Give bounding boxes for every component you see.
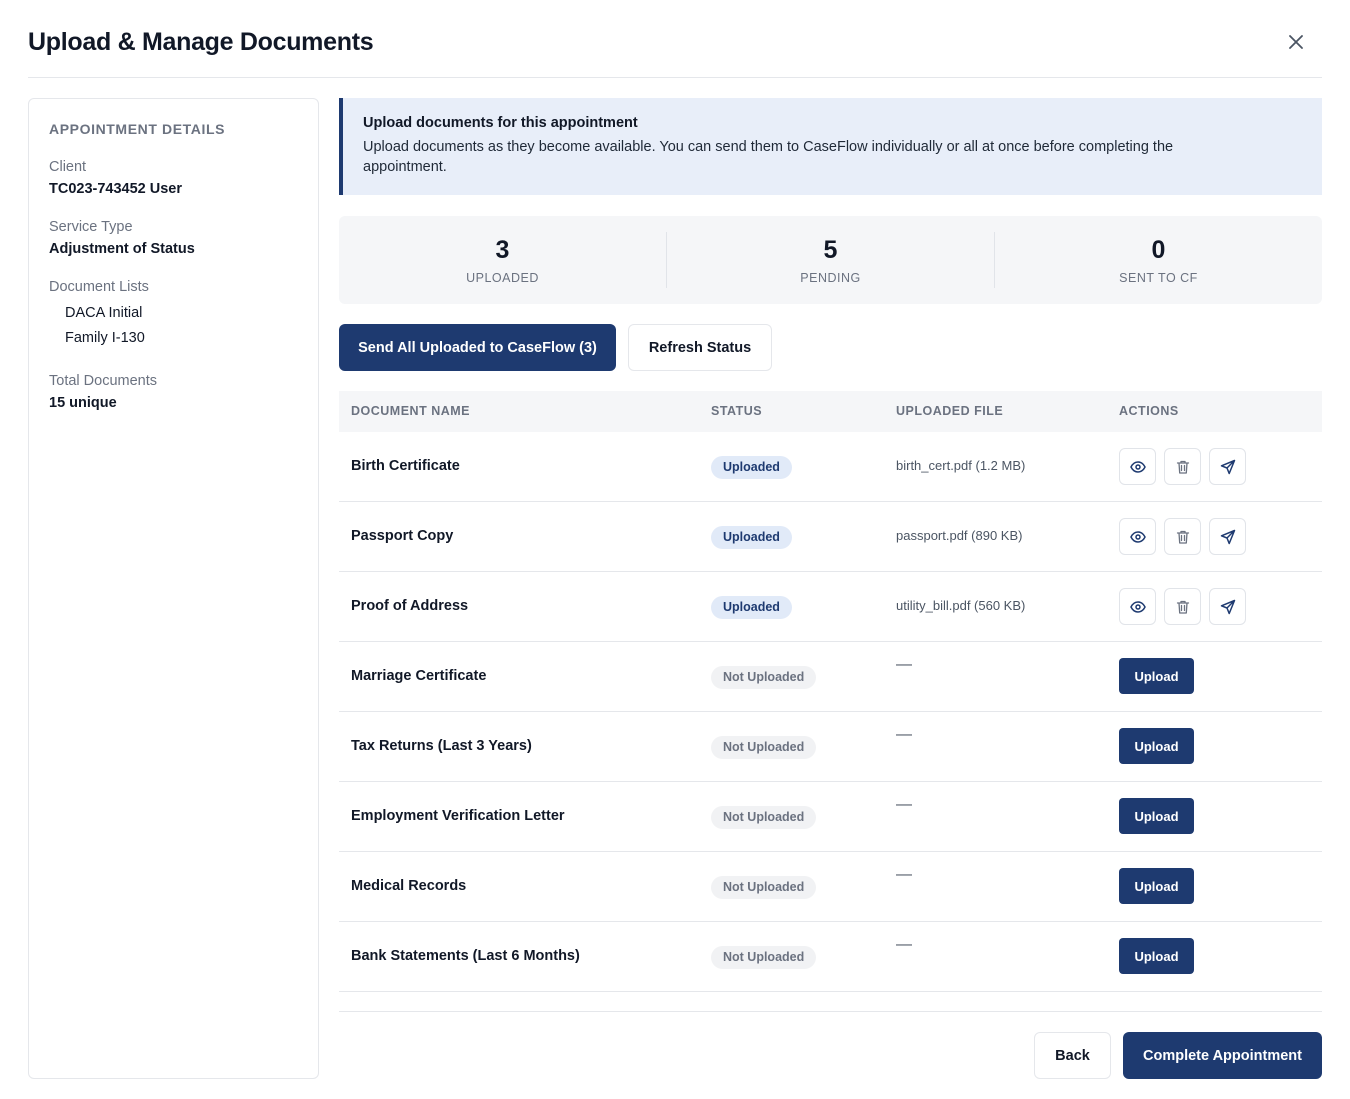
total-documents-label: Total Documents (49, 373, 157, 389)
service-type-label: Service Type (49, 219, 133, 235)
document-lists: DACA Initial Family I-130 (49, 301, 298, 351)
document-name: Medical Records (351, 878, 467, 894)
uploaded-file: — (896, 726, 912, 743)
table-row: Medical Records Not Uploaded — Upload (339, 852, 1322, 922)
info-banner: Upload documents for this appointment Up… (339, 98, 1322, 195)
refresh-status-button[interactable]: Refresh Status (628, 324, 772, 371)
send-button[interactable] (1209, 518, 1246, 555)
send-icon (1220, 529, 1235, 544)
stat-value: 3 (495, 236, 510, 264)
stat-sent-to-cf: 0 SENT TO CF (994, 232, 1322, 288)
upload-button[interactable]: Upload (1119, 938, 1194, 974)
list-item: Family I-130 (65, 330, 145, 346)
document-name: Bank Statements (Last 6 Months) (351, 948, 580, 964)
status-badge: Not Uploaded (711, 806, 817, 829)
footer-divider (339, 1011, 1322, 1012)
appointment-details-panel: APPOINTMENT DETAILS Client TC023-743452 … (28, 98, 319, 1079)
delete-button[interactable] (1164, 588, 1201, 625)
eye-icon (1129, 600, 1146, 613)
view-button[interactable] (1119, 518, 1156, 555)
stat-label: UPLOADED (466, 271, 539, 285)
uploaded-file: — (896, 796, 912, 813)
table-row: Birth Certificate Uploaded birth_cert.pd… (339, 432, 1322, 502)
stat-uploaded: 3 UPLOADED (339, 232, 666, 288)
client-value: TC023-743452 User (49, 181, 183, 197)
status-badge: Not Uploaded (711, 736, 817, 759)
stat-value: 0 (1151, 236, 1166, 264)
eye-icon (1129, 530, 1146, 543)
documents-table: DOCUMENT NAME STATUS UPLOADED FILE ACTIO… (339, 391, 1322, 992)
column-header-name: DOCUMENT NAME (351, 404, 470, 418)
stat-pending: 5 PENDING (666, 232, 994, 288)
upload-button[interactable]: Upload (1119, 728, 1194, 764)
document-name: Tax Returns (Last 3 Years) (351, 738, 532, 754)
stat-label: SENT TO CF (1119, 271, 1198, 285)
status-badge: Uploaded (711, 596, 792, 619)
page-title: Upload & Manage Documents (28, 28, 374, 56)
back-button[interactable]: Back (1034, 1032, 1111, 1079)
trash-icon (1176, 600, 1189, 614)
close-icon (1289, 35, 1303, 49)
delete-button[interactable] (1164, 448, 1201, 485)
table-row: Tax Returns (Last 3 Years) Not Uploaded … (339, 712, 1322, 782)
stats-bar: 3 UPLOADED 5 PENDING 0 SENT TO CF (339, 216, 1322, 304)
send-all-button[interactable]: Send All Uploaded to CaseFlow (3) (339, 324, 616, 371)
document-name: Marriage Certificate (351, 668, 487, 684)
table-row: Bank Statements (Last 6 Months) Not Uplo… (339, 922, 1322, 992)
table-row: Marriage Certificate Not Uploaded — Uplo… (339, 642, 1322, 712)
send-button[interactable] (1209, 588, 1246, 625)
table-row: Employment Verification Letter Not Uploa… (339, 782, 1322, 852)
status-badge: Uploaded (711, 456, 792, 479)
modal-header: Upload & Manage Documents (28, 0, 1322, 78)
stat-label: PENDING (800, 271, 861, 285)
status-badge: Not Uploaded (711, 666, 817, 689)
row-actions (1119, 588, 1246, 625)
send-icon (1220, 599, 1235, 614)
document-name: Proof of Address (351, 598, 469, 614)
banner-text: Upload documents as they become availabl… (363, 139, 1174, 175)
column-header-actions: ACTIONS (1119, 404, 1179, 418)
document-lists-label: Document Lists (49, 279, 149, 295)
view-button[interactable] (1119, 588, 1156, 625)
table-row: Passport Copy Uploaded passport.pdf (890… (339, 502, 1322, 572)
uploaded-file: passport.pdf (890 KB) (896, 528, 1023, 543)
service-type-value: Adjustment of Status (49, 241, 195, 257)
trash-icon (1176, 530, 1189, 544)
upload-button[interactable]: Upload (1119, 798, 1194, 834)
eye-icon (1129, 460, 1146, 473)
column-header-file: UPLOADED FILE (896, 404, 1004, 418)
trash-icon (1176, 460, 1189, 474)
panel-heading: APPOINTMENT DETAILS (49, 121, 226, 137)
delete-button[interactable] (1164, 518, 1201, 555)
document-name: Passport Copy (351, 528, 454, 544)
uploaded-file: — (896, 866, 912, 883)
upload-button[interactable]: Upload (1119, 868, 1194, 904)
table-row: Proof of Address Uploaded utility_bill.p… (339, 572, 1322, 642)
uploaded-file: birth_cert.pdf (1.2 MB) (896, 458, 1026, 473)
total-documents-value: 15 unique (49, 395, 117, 411)
row-actions (1119, 448, 1246, 485)
upload-button[interactable]: Upload (1119, 658, 1194, 694)
status-badge: Not Uploaded (711, 876, 817, 899)
client-label: Client (49, 159, 87, 175)
send-icon (1220, 459, 1235, 474)
list-item: DACA Initial (65, 305, 143, 321)
document-name: Employment Verification Letter (351, 808, 565, 824)
uploaded-file: — (896, 656, 912, 673)
status-badge: Not Uploaded (711, 946, 817, 969)
banner-title: Upload documents for this appointment (363, 115, 638, 131)
status-badge: Uploaded (711, 526, 792, 549)
column-header-status: STATUS (711, 404, 763, 418)
stat-value: 5 (823, 236, 838, 264)
complete-appointment-button[interactable]: Complete Appointment (1123, 1032, 1322, 1079)
row-actions (1119, 518, 1246, 555)
view-button[interactable] (1119, 448, 1156, 485)
close-button[interactable] (1284, 30, 1308, 54)
send-button[interactable] (1209, 448, 1246, 485)
document-name: Birth Certificate (351, 458, 460, 474)
table-header: DOCUMENT NAME STATUS UPLOADED FILE ACTIO… (339, 391, 1322, 432)
uploaded-file: utility_bill.pdf (560 KB) (896, 598, 1026, 613)
uploaded-file: — (896, 936, 912, 953)
